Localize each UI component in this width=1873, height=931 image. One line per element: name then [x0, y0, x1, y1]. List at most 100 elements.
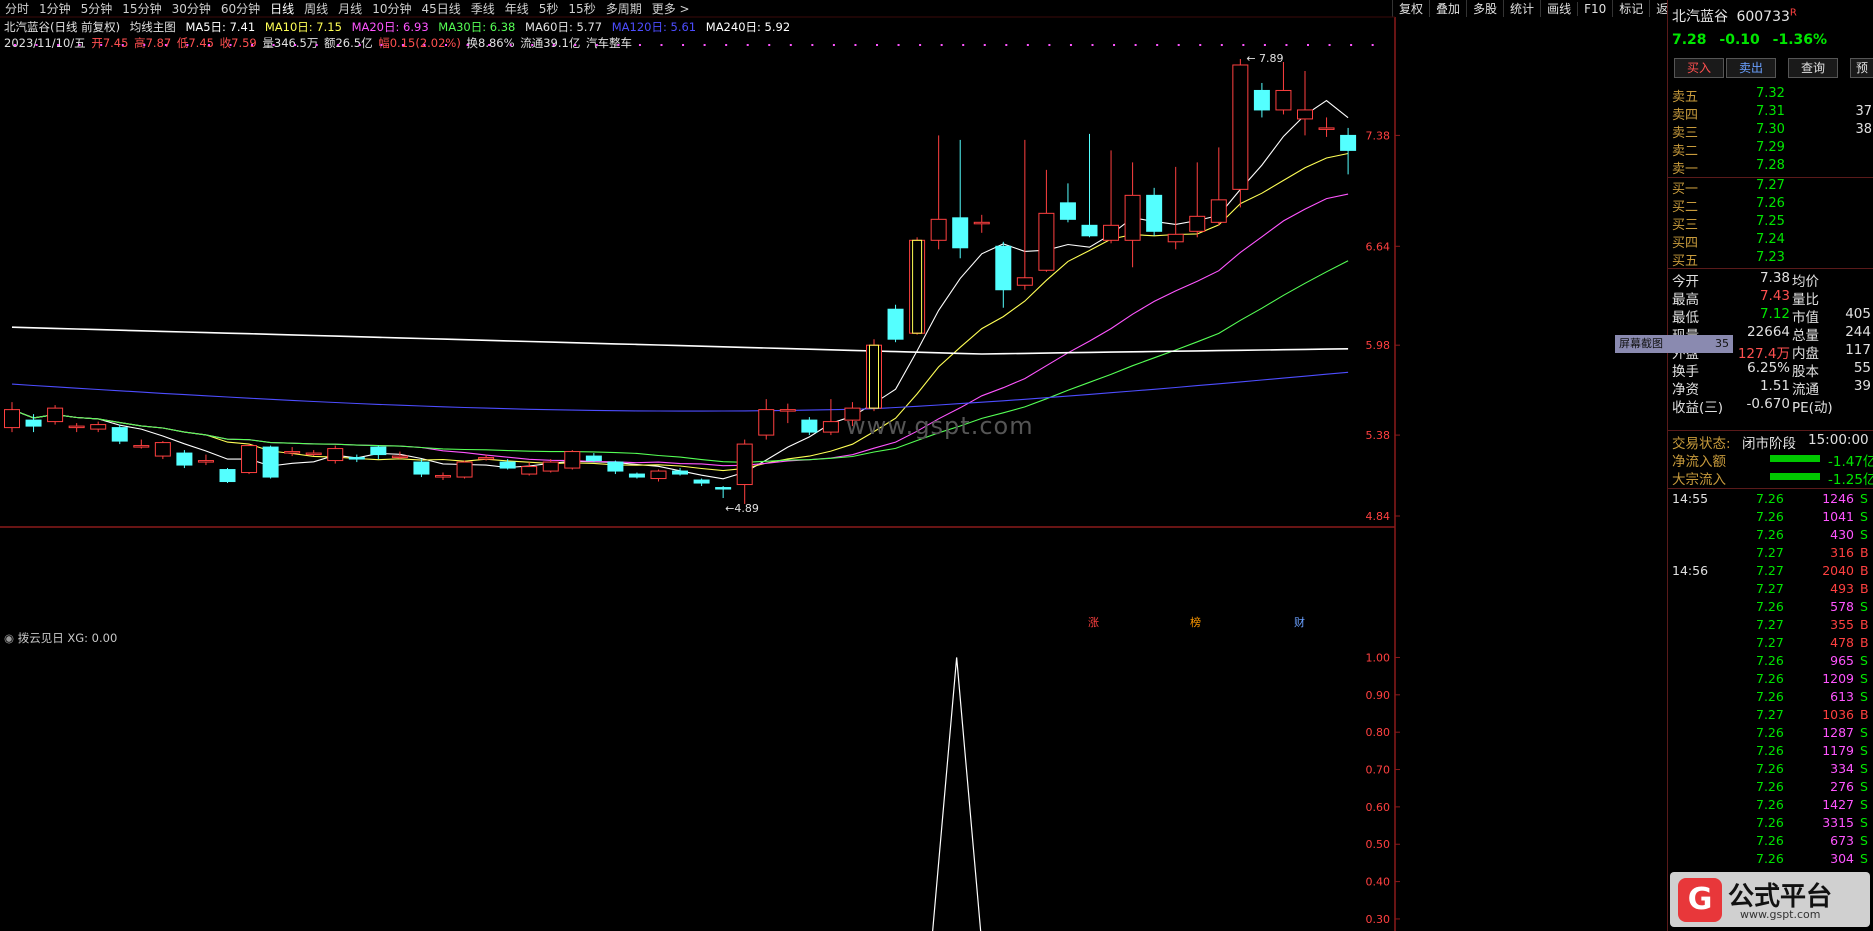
level-price: 7.27	[1756, 178, 1785, 193]
screenshot-tooltip-label: 屏幕截图	[1619, 337, 1663, 350]
date-marker-dot	[983, 44, 986, 46]
block-inflow-bar	[1770, 473, 1820, 480]
trade-button[interactable]: 预	[1850, 58, 1873, 78]
tick-direction: B	[1860, 617, 1869, 632]
level-price: 7.32	[1756, 86, 1785, 101]
tick-direction: S	[1860, 725, 1868, 740]
tick-price: 7.26	[1756, 815, 1784, 830]
indicator-axis-label: 1.00	[1366, 651, 1391, 664]
candle	[887, 308, 904, 340]
tick-time: 14:55	[1672, 491, 1709, 506]
tick-row: 7.26 334 S	[1672, 761, 1872, 779]
buy-level[interactable]: 买三 7.25	[1672, 214, 1872, 233]
date-marker-dot	[207, 44, 210, 46]
date-marker-dot	[35, 44, 38, 46]
date-marker-dot	[358, 44, 361, 46]
tick-price: 7.26	[1756, 743, 1784, 758]
candle	[973, 221, 990, 225]
candle	[305, 452, 322, 456]
sell-level[interactable]: 卖一 7.28	[1672, 158, 1872, 177]
date-marker-dot	[1285, 44, 1288, 46]
indicator-pane-label[interactable]: ◉ 拨云见日 XG: 0.00	[4, 630, 117, 646]
tick-direction: B	[1860, 545, 1869, 560]
level-name: 买五	[1672, 254, 1699, 269]
trade-button[interactable]: 查询	[1788, 58, 1838, 78]
indicator-axis-label: 0.40	[1366, 876, 1391, 889]
candle	[370, 446, 387, 456]
candle	[628, 473, 645, 478]
candle	[435, 475, 451, 478]
candle	[1253, 89, 1270, 111]
date-marker-dot	[251, 44, 254, 46]
tick-price: 7.26	[1756, 761, 1784, 776]
tick-direction: B	[1860, 563, 1869, 578]
tick-direction: B	[1860, 707, 1869, 722]
level-name: 卖二	[1672, 144, 1699, 159]
tick-price: 7.27	[1756, 635, 1784, 650]
price-change-pct: -1.36%	[1772, 32, 1828, 48]
date-marker-dot	[143, 44, 146, 46]
level-price: 7.30	[1756, 122, 1785, 137]
settings-icon[interactable]: ◉	[4, 631, 14, 645]
stat-label: 量比	[1792, 292, 1819, 308]
sell-level[interactable]: 卖五 7.32	[1672, 86, 1872, 105]
date-marker-dot	[897, 44, 900, 46]
level-price: 7.26	[1756, 196, 1785, 211]
date-marker-dot	[294, 44, 297, 46]
tick-volume: 1041	[1822, 509, 1854, 524]
candle	[68, 425, 85, 429]
date-marker-dot	[401, 44, 404, 46]
screenshot-tooltip: 屏幕截图 35	[1615, 335, 1733, 353]
candle	[1210, 199, 1227, 223]
date-marker-dot	[229, 44, 232, 46]
buy-level[interactable]: 买五 7.23	[1672, 250, 1872, 269]
date-marker-dot	[962, 44, 965, 46]
trade-button[interactable]: 买入	[1674, 58, 1724, 78]
sell-level[interactable]: 卖二 7.29	[1672, 140, 1872, 159]
date-marker-dot	[1263, 44, 1266, 46]
date-marker-dot	[1371, 44, 1374, 46]
tick-volume: 1246	[1822, 491, 1854, 506]
sell-level[interactable]: 卖四 7.31 37	[1672, 104, 1872, 123]
candle	[219, 469, 236, 483]
kline-chart[interactable]: ← 7.89 ←4.89 涨 榜 财 7.38 6.64 5.98 5.38 4.84 1.00…	[0, 0, 1667, 931]
tick-direction: S	[1860, 833, 1868, 848]
level-price: 7.24	[1756, 232, 1785, 247]
date-marker-dot	[1026, 44, 1029, 46]
tick-direction: S	[1860, 761, 1868, 776]
date-marker-dot	[1307, 44, 1309, 46]
logo-g-icon: G	[1678, 878, 1722, 922]
date-marker-dot	[1350, 44, 1353, 46]
buy-level[interactable]: 买一 7.27	[1672, 178, 1872, 197]
buy-level[interactable]: 买四 7.24	[1672, 232, 1872, 251]
stat-value: -0.670	[1746, 396, 1790, 412]
tick-row: 7.27 355 B	[1672, 617, 1872, 635]
date-marker-dot	[1156, 44, 1159, 46]
price-change: -0.10	[1719, 32, 1760, 48]
tick-row: 7.26 430 S	[1672, 527, 1872, 545]
tick-volume: 2040	[1822, 563, 1854, 578]
date-marker-dot	[445, 44, 447, 46]
tick-price: 7.27	[1756, 545, 1784, 560]
candle	[607, 461, 624, 472]
tick-direction: S	[1860, 671, 1868, 686]
tick-row: 7.26 1427 S	[1672, 797, 1872, 815]
sell-level[interactable]: 卖三 7.30 38	[1672, 122, 1872, 141]
stat-label: PE(动)	[1792, 400, 1833, 416]
date-marker-dot	[552, 44, 555, 46]
tick-volume: 965	[1830, 653, 1854, 668]
ma120-line	[11, 371, 1349, 412]
date-marker-dot	[876, 44, 878, 46]
tick-price: 7.26	[1756, 653, 1784, 668]
trade-button[interactable]: 卖出	[1726, 58, 1776, 78]
price-line: 7.28 -0.10 -1.36%	[1672, 32, 1835, 48]
tick-volume: 304	[1830, 851, 1854, 866]
logo-url: www.gspt.com	[1740, 908, 1821, 921]
date-marker-dot	[768, 44, 771, 46]
ticks-divider	[1668, 488, 1873, 489]
date-marker-dot	[725, 44, 728, 46]
buy-level[interactable]: 买二 7.26	[1672, 196, 1872, 215]
tick-direction: S	[1860, 797, 1868, 812]
tick-price: 7.26	[1756, 491, 1784, 506]
date-marker-dot	[854, 44, 857, 46]
